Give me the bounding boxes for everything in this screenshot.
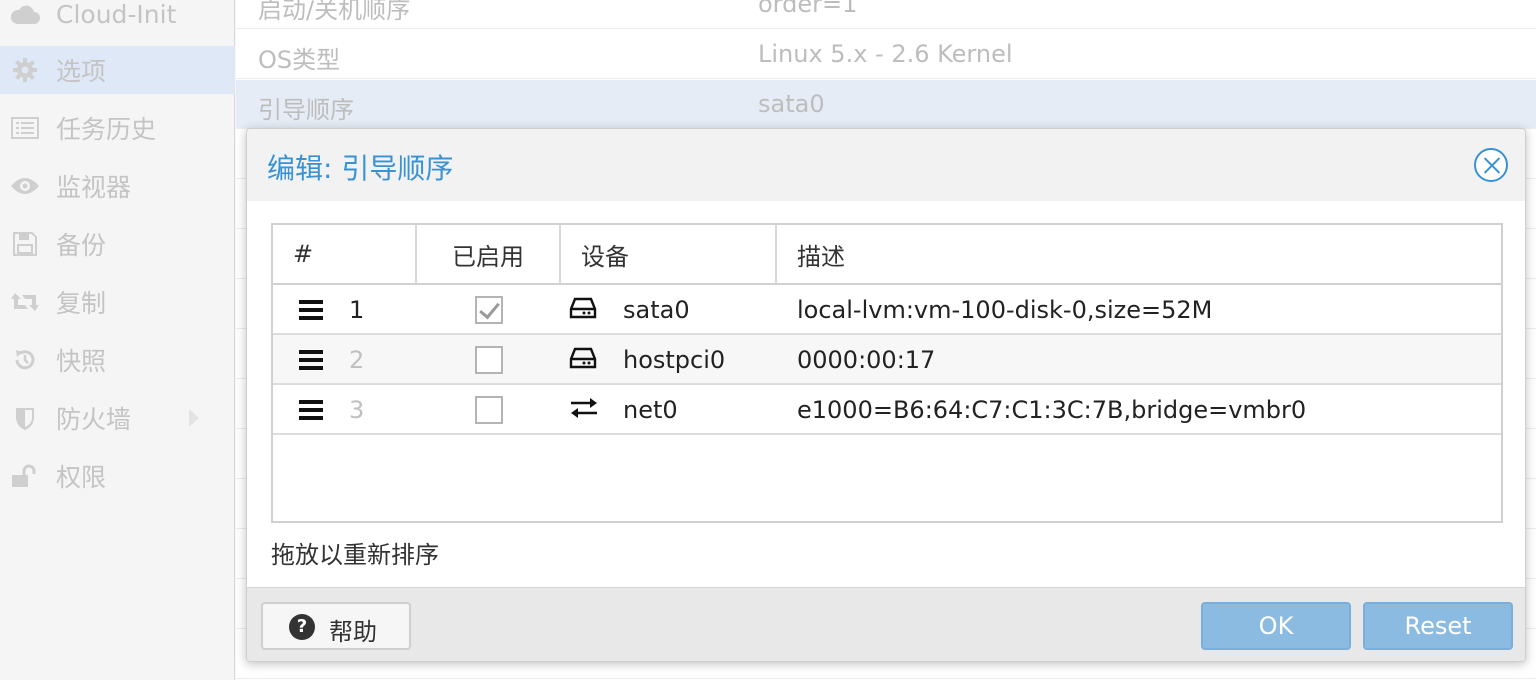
- hdd-icon: [569, 347, 599, 373]
- column-header-enabled[interactable]: 已启用: [417, 225, 561, 283]
- device-name: sata0: [623, 296, 690, 324]
- boot-order-number: 3: [349, 396, 365, 424]
- sidebar-item-label: 权限: [56, 463, 107, 492]
- sidebar-item-replication[interactable]: 复制: [0, 278, 235, 326]
- grid-key: OS类型: [258, 46, 341, 74]
- reset-button[interactable]: Reset: [1363, 602, 1513, 650]
- ok-button[interactable]: OK: [1201, 602, 1351, 650]
- history-icon: [10, 345, 40, 375]
- enabled-checkbox[interactable]: [475, 346, 503, 374]
- table-row[interactable]: 2 hostpci0 0000:00:17: [273, 335, 1501, 385]
- sidebar-item-label: 备份: [56, 231, 107, 260]
- table-header: # 已启用 设备 描述: [273, 225, 1501, 285]
- sidebar-item-task-history[interactable]: 任务历史: [0, 104, 235, 152]
- question-circle-icon: ?: [289, 614, 315, 640]
- sidebar-item-options[interactable]: 选项: [0, 46, 235, 94]
- drag-handle-icon[interactable]: [299, 300, 323, 320]
- grid-key: 引导顺序: [258, 96, 354, 124]
- sidebar-item-label: 监视器: [56, 173, 132, 202]
- drag-handle-icon[interactable]: [299, 350, 323, 370]
- boot-order-number: 1: [349, 296, 365, 324]
- dialog-title: 编辑: 引导顺序: [267, 152, 454, 185]
- device-description: local-lvm:vm-100-disk-0,size=52M: [797, 296, 1213, 324]
- floppy-icon: [10, 229, 40, 259]
- gear-icon: [10, 55, 40, 85]
- sidebar: Cloud-Init 选项 任务历史 监视器 备份 复制 快照 防火墙 权限: [0, 0, 235, 680]
- dialog-body: # 已启用 设备 描述 1 sata0 local-lvm:vm-100-dis…: [247, 201, 1525, 587]
- column-header-description[interactable]: 描述: [777, 225, 1501, 283]
- sidebar-item-label: 快照: [56, 347, 107, 376]
- sidebar-item-label: 防火墙: [56, 405, 132, 434]
- sidebar-item-firewall[interactable]: 防火墙: [0, 394, 235, 442]
- sidebar-item-snapshots[interactable]: 快照: [0, 336, 235, 384]
- cloud-icon: [10, 0, 40, 29]
- eye-icon: [10, 171, 40, 201]
- expand-arrow-icon[interactable]: [189, 409, 199, 427]
- sidebar-item-permissions[interactable]: 权限: [0, 452, 235, 500]
- sidebar-item-cloud-init[interactable]: Cloud-Init: [0, 0, 235, 38]
- boot-order-number: 2: [349, 346, 365, 374]
- enabled-checkbox[interactable]: [475, 296, 503, 324]
- list-icon: [10, 113, 40, 143]
- sidebar-item-monitor[interactable]: 监视器: [0, 162, 235, 210]
- drag-handle-icon[interactable]: [299, 400, 323, 420]
- help-button-label: 帮助: [329, 618, 377, 646]
- retweet-icon: [10, 287, 40, 317]
- grid-value: Linux 5.x - 2.6 Kernel: [758, 40, 1013, 68]
- dialog-footer: ? 帮助 OK Reset: [247, 587, 1525, 661]
- grid-row[interactable]: 启动/关机顺序 order=1: [236, 0, 1536, 29]
- sidebar-item-label: 任务历史: [56, 115, 157, 144]
- close-icon[interactable]: [1474, 148, 1508, 182]
- column-header-number[interactable]: #: [273, 225, 417, 283]
- grid-row[interactable]: OS类型 Linux 5.x - 2.6 Kernel: [236, 30, 1536, 79]
- device-description: 0000:00:17: [797, 346, 936, 374]
- device-name: net0: [623, 396, 678, 424]
- hdd-icon: [569, 297, 599, 323]
- grid-key: 启动/关机顺序: [258, 0, 411, 24]
- enabled-checkbox[interactable]: [475, 396, 503, 424]
- shield-icon: [10, 403, 40, 433]
- table-row[interactable]: 1 sata0 local-lvm:vm-100-disk-0,size=52M: [273, 285, 1501, 335]
- device-description: e1000=B6:64:C7:C1:3C:7B,bridge=vmbr0: [797, 396, 1307, 424]
- boot-order-table: # 已启用 设备 描述 1 sata0 local-lvm:vm-100-dis…: [271, 223, 1503, 523]
- sidebar-item-label: Cloud-Init: [56, 0, 177, 29]
- grid-value: order=1: [758, 0, 858, 18]
- unlock-icon: [10, 461, 40, 491]
- sidebar-item-label: 复制: [56, 289, 107, 318]
- grid-row[interactable]: 引导顺序 sata0: [236, 80, 1536, 129]
- help-button[interactable]: ? 帮助: [261, 602, 411, 650]
- edit-boot-order-dialog: 编辑: 引导顺序 # 已启用 设备 描述 1 sata0 local-lvm:v…: [246, 128, 1526, 662]
- sidebar-item-label: 选项: [56, 57, 107, 86]
- table-row[interactable]: 3 net0 e1000=B6:64:C7:C1:3C:7B,bridge=vm…: [273, 385, 1501, 435]
- grid-value: sata0: [758, 90, 825, 118]
- device-name: hostpci0: [623, 346, 726, 374]
- drag-hint-text: 拖放以重新排序: [271, 541, 439, 569]
- exchange-icon: [569, 397, 599, 423]
- column-header-device[interactable]: 设备: [561, 225, 777, 283]
- sidebar-item-backup[interactable]: 备份: [0, 220, 235, 268]
